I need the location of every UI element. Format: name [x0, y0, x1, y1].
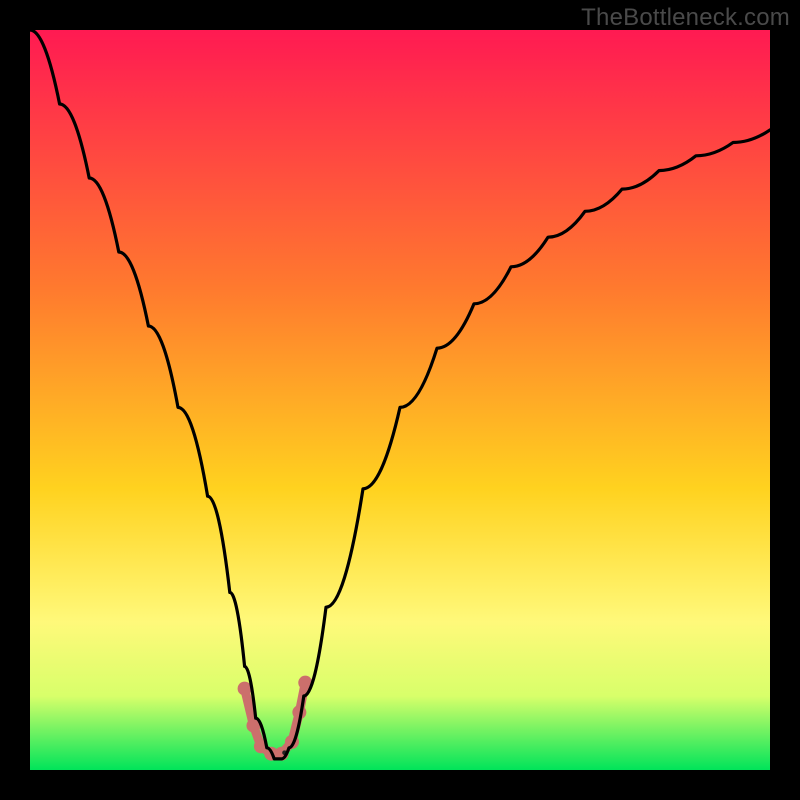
watermark-text: TheBottleneck.com	[581, 4, 790, 32]
gradient-background	[30, 30, 770, 770]
chart-frame	[30, 30, 770, 770]
bottleneck-chart	[30, 30, 770, 770]
